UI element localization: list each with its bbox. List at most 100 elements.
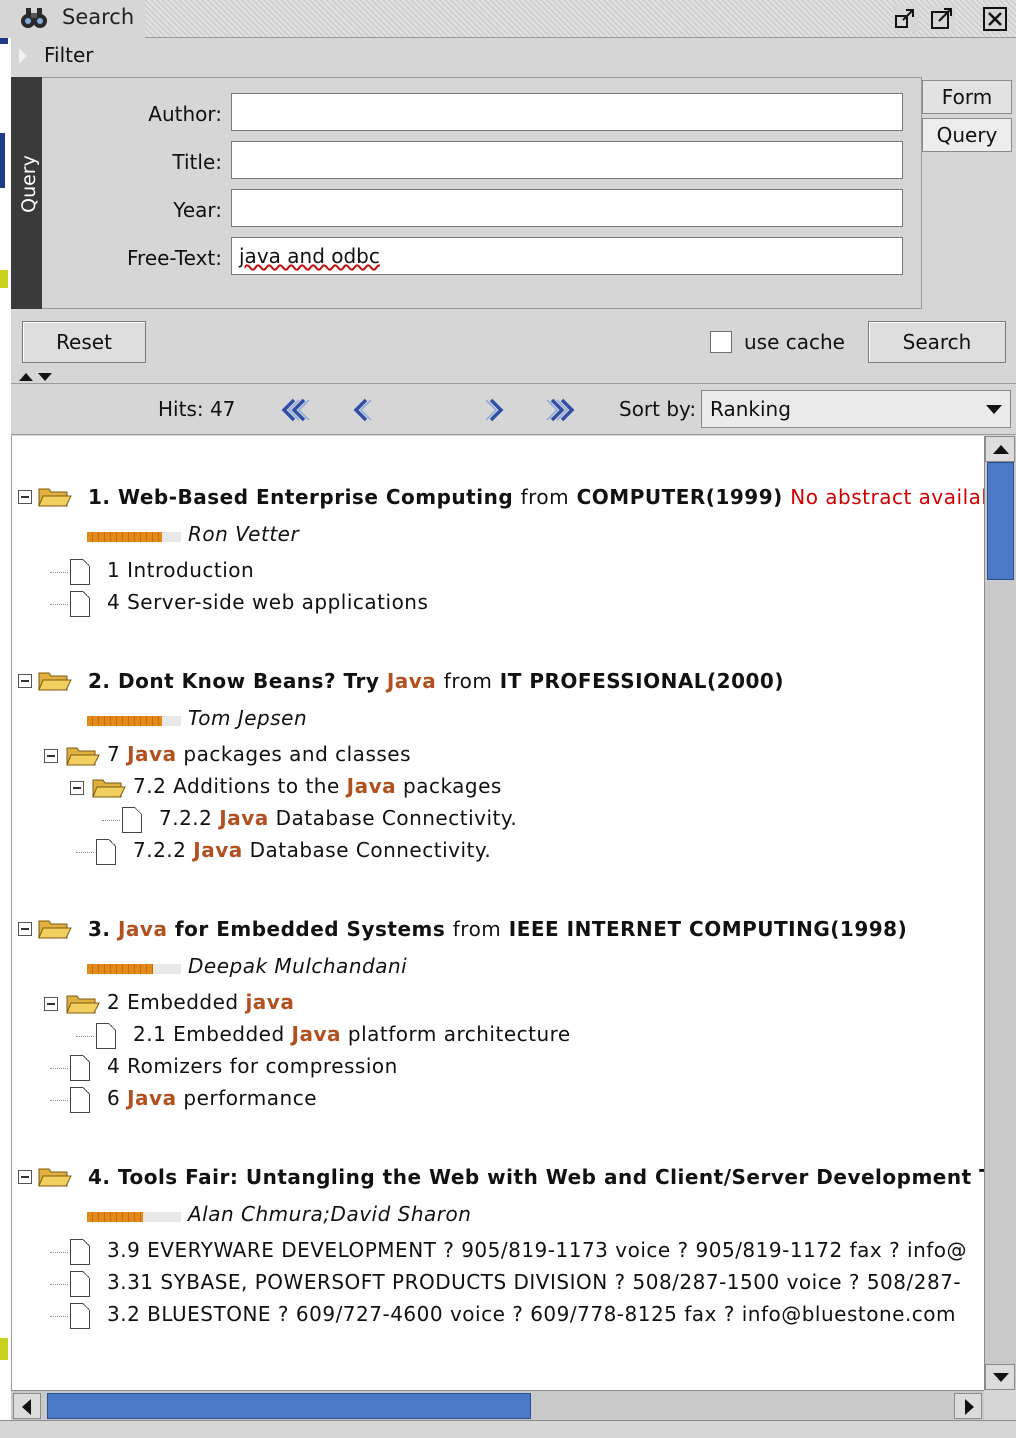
horizontal-scroll-thumb[interactable] bbox=[47, 1393, 531, 1419]
last-page-icon[interactable] bbox=[543, 393, 579, 427]
text-segment: for Embedded Systems bbox=[167, 917, 446, 941]
vertical-scrollbar[interactable] bbox=[984, 436, 1016, 1390]
horizontal-scrollbar[interactable] bbox=[11, 1390, 984, 1420]
section-item[interactable]: 3.2 BLUESTONE ? 609/727-4600 voice ? 609… bbox=[107, 1302, 956, 1326]
window-title: Search bbox=[62, 5, 135, 29]
collapse-toggle-icon[interactable] bbox=[70, 781, 84, 795]
document-icon bbox=[70, 1239, 90, 1265]
search-button[interactable]: Search bbox=[868, 321, 1006, 363]
section-item[interactable]: 6 Java performance bbox=[107, 1086, 317, 1110]
result-title[interactable]: 4. Tools Fair: Untangling the Web with W… bbox=[88, 1165, 984, 1189]
free-text-field[interactable]: java and odbc bbox=[231, 237, 903, 275]
first-page-icon[interactable] bbox=[277, 393, 313, 427]
year-field[interactable] bbox=[231, 189, 903, 227]
next-page-icon[interactable] bbox=[477, 393, 513, 427]
sort-by-label: Sort by: bbox=[619, 397, 697, 421]
section-item[interactable]: 1 Introduction bbox=[107, 558, 254, 582]
results-tree[interactable]: 1. Web-Based Enterprise Computing from C… bbox=[11, 436, 984, 1390]
collapse-toggle-icon[interactable] bbox=[18, 674, 32, 688]
result-title[interactable]: 3. Java for Embedded Systems from IEEE I… bbox=[88, 917, 907, 941]
tree-connector bbox=[50, 572, 68, 573]
collapse-up-icon[interactable] bbox=[19, 373, 33, 381]
tree-connector bbox=[50, 1252, 68, 1253]
text-segment: performance bbox=[176, 1086, 318, 1110]
document-icon bbox=[70, 1303, 90, 1329]
text-segment: platform architecture bbox=[341, 1022, 571, 1046]
restore-icon[interactable] bbox=[893, 6, 919, 32]
year-label: Year: bbox=[173, 198, 222, 222]
title-label: Title: bbox=[172, 150, 222, 174]
text-segment: 7 bbox=[107, 742, 128, 766]
query-vertical-tab[interactable]: Query bbox=[11, 77, 42, 309]
section-item[interactable]: 2 Embedded java bbox=[107, 990, 294, 1014]
text-segment: 7.2.2 bbox=[133, 838, 194, 862]
collapse-down-icon[interactable] bbox=[38, 373, 52, 381]
keyword-highlight: Java bbox=[219, 806, 269, 830]
section-item[interactable]: 3.31 SYBASE, POWERSOFT PRODUCTS DIVISION… bbox=[107, 1270, 961, 1294]
tree-connector bbox=[50, 1284, 68, 1285]
text-segment: 2.1 Embedded bbox=[133, 1022, 292, 1046]
document-icon bbox=[96, 839, 116, 865]
scroll-up-button[interactable] bbox=[985, 436, 1015, 462]
section-item[interactable]: 4 Server-side web applications bbox=[107, 590, 428, 614]
results-toolbar: Hits: 47 Sort by: Ranking bbox=[11, 385, 1016, 435]
result-author: Deepak Mulchandani bbox=[188, 954, 408, 978]
filter-toggle[interactable]: Filter bbox=[11, 40, 1016, 74]
open-folder-icon bbox=[38, 1168, 72, 1187]
scroll-down-button[interactable] bbox=[985, 1364, 1015, 1390]
section-item[interactable]: 7.2.2 Java Database Connectivity. bbox=[159, 806, 517, 830]
section-item[interactable]: 7.2 Additions to the Java packages bbox=[133, 774, 502, 798]
result-source: COMPUTER(1999) bbox=[576, 485, 783, 509]
document-icon bbox=[96, 1023, 116, 1049]
text-segment: 3.31 SYBASE, POWERSOFT PRODUCTS DIVISION… bbox=[107, 1270, 962, 1294]
chevron-down-icon bbox=[986, 405, 1002, 414]
collapse-toggle-icon[interactable] bbox=[18, 490, 32, 504]
keyword-highlight: Java bbox=[386, 669, 437, 693]
collapse-toggle-icon[interactable] bbox=[44, 997, 58, 1011]
result-index: 1. bbox=[88, 485, 118, 509]
tab-query[interactable]: Query bbox=[922, 118, 1012, 152]
reset-button[interactable]: Reset bbox=[22, 321, 146, 363]
use-cache-checkbox[interactable] bbox=[710, 331, 732, 353]
free-text-value: java and odbc bbox=[239, 244, 380, 268]
text-segment: Dont Know Beans? Try bbox=[117, 669, 387, 693]
open-folder-icon bbox=[38, 920, 72, 939]
previous-page-icon[interactable] bbox=[344, 393, 380, 427]
text-segment: 7.2.2 bbox=[159, 806, 220, 830]
scroll-right-button[interactable] bbox=[954, 1393, 982, 1419]
open-folder-icon bbox=[38, 488, 72, 507]
background-app-edge bbox=[0, 38, 11, 1438]
split-divider[interactable] bbox=[11, 370, 1016, 384]
close-icon[interactable] bbox=[982, 6, 1008, 32]
result-source: IT PROFESSIONAL(2000) bbox=[499, 669, 784, 693]
keyword-highlight: Java bbox=[127, 742, 177, 766]
from-word: from bbox=[452, 917, 502, 941]
result-title[interactable]: 1. Web-Based Enterprise Computing from C… bbox=[88, 485, 984, 509]
section-item[interactable]: 4 Romizers for compression bbox=[107, 1054, 398, 1078]
section-item[interactable]: 7 Java packages and classes bbox=[107, 742, 411, 766]
sort-by-select[interactable]: Ranking bbox=[701, 390, 1011, 428]
relevance-bar bbox=[87, 1212, 181, 1222]
document-icon bbox=[70, 1271, 90, 1297]
tree-connector bbox=[50, 1316, 68, 1317]
maximize-icon[interactable] bbox=[929, 6, 955, 32]
collapse-toggle-icon[interactable] bbox=[18, 1170, 32, 1184]
from-word: from bbox=[520, 485, 570, 509]
collapse-toggle-icon[interactable] bbox=[44, 749, 58, 763]
scroll-left-button[interactable] bbox=[13, 1393, 41, 1419]
section-item[interactable]: 3.9 EVERYWARE DEVELOPMENT ? 905/819-1173… bbox=[107, 1238, 967, 1262]
relevance-bar bbox=[87, 964, 181, 974]
tree-connector bbox=[50, 604, 68, 605]
section-item[interactable]: 7.2.2 Java Database Connectivity. bbox=[133, 838, 491, 862]
result-author: Tom Jepsen bbox=[188, 706, 308, 730]
window-titlebar[interactable]: Search bbox=[0, 0, 1016, 38]
open-folder-icon bbox=[66, 995, 100, 1014]
title-field[interactable] bbox=[231, 141, 903, 179]
collapse-toggle-icon[interactable] bbox=[18, 922, 32, 936]
author-field[interactable] bbox=[231, 93, 903, 131]
vertical-scroll-thumb[interactable] bbox=[987, 462, 1014, 580]
tab-form[interactable]: Form bbox=[922, 80, 1012, 114]
result-title[interactable]: 2. Dont Know Beans? Try Java from IT PRO… bbox=[88, 669, 784, 693]
text-segment: 6 bbox=[107, 1086, 128, 1110]
section-item[interactable]: 2.1 Embedded Java platform architecture bbox=[133, 1022, 571, 1046]
